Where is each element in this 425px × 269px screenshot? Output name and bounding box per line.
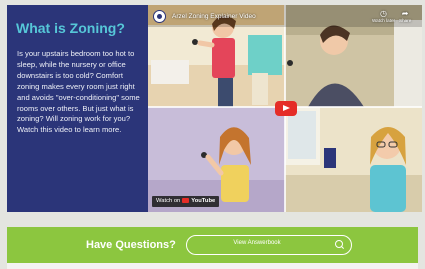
video-title[interactable]: Arzel Zoning Explainer Video — [172, 13, 256, 20]
questions-heading: Have Questions? — [86, 239, 176, 251]
play-button[interactable] — [275, 101, 297, 116]
share-icon: ➦ — [401, 9, 409, 18]
footer-strip — [7, 263, 418, 269]
panel-description: Is your upstairs bedroom too hot to slee… — [17, 49, 140, 135]
watch-later-label: Watch later — [372, 18, 396, 23]
watch-later-button[interactable]: ◷ Watch later — [372, 9, 395, 24]
clock-icon: ◷ — [380, 9, 388, 18]
youtube-icon — [182, 197, 190, 203]
zoning-info-panel: What is Zoning? Is your upstairs bedroom… — [7, 5, 148, 212]
video-player[interactable]: Arzel Zoning Explainer Video ◷ Watch lat… — [148, 5, 422, 212]
arzel-logo-icon[interactable] — [153, 10, 166, 23]
questions-band: Have Questions? View Answerbook — [7, 227, 418, 263]
panel-title: What is Zoning? — [16, 20, 125, 36]
share-label: Share — [399, 18, 412, 23]
share-button[interactable]: ➦ Share — [399, 9, 411, 24]
answerbook-label: View Answerbook — [233, 240, 281, 246]
watch-on-label: Watch on — [156, 198, 181, 204]
view-answerbook-button[interactable]: View Answerbook — [186, 235, 352, 255]
search-icon — [335, 240, 343, 248]
watch-on-youtube-button[interactable]: Watch on YouTube — [152, 196, 220, 207]
youtube-label: YouTube — [191, 198, 216, 204]
